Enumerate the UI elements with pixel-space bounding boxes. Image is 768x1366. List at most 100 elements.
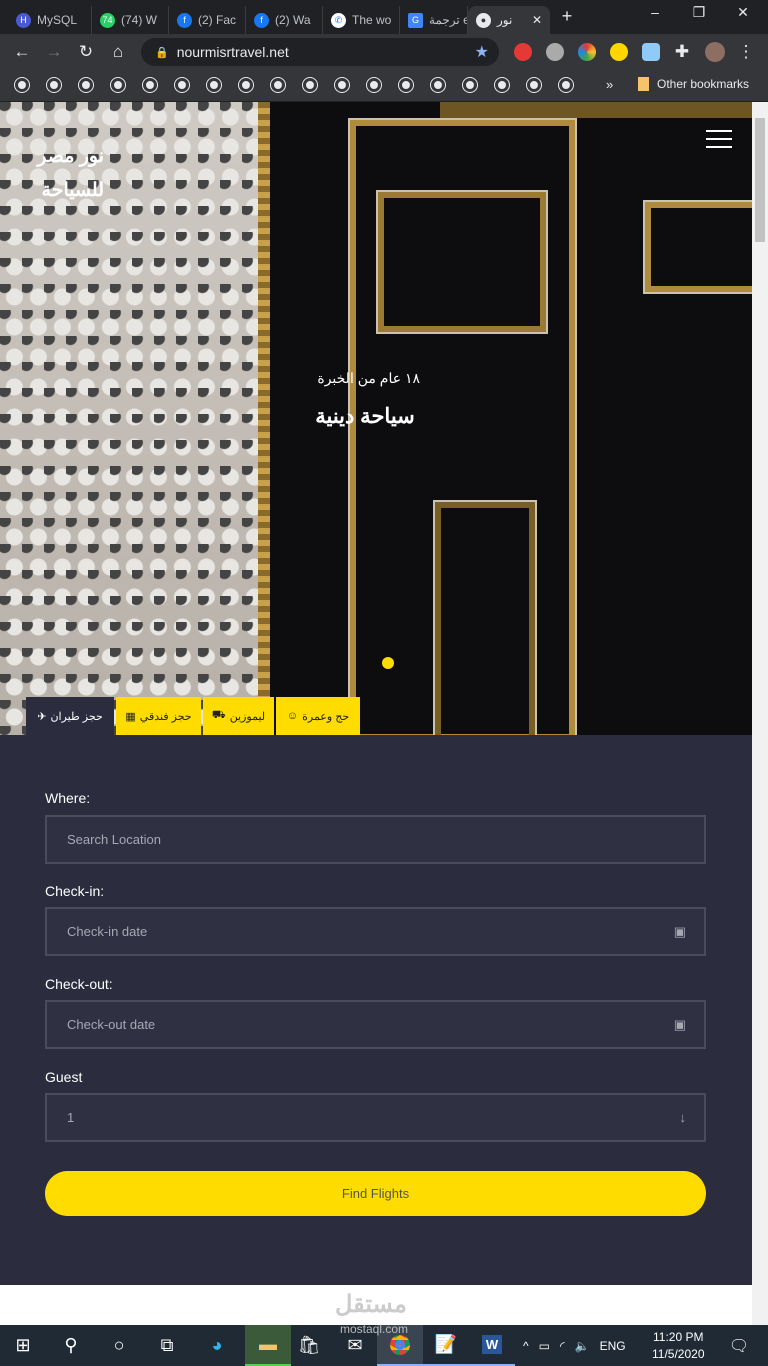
bookmark-globe-icon[interactable] <box>15 78 29 92</box>
translate-icon: G <box>408 12 423 28</box>
tab-translate[interactable]: Gترجمة e <box>400 6 468 34</box>
where-label: Where: <box>45 790 91 806</box>
bookmark-globe-icon[interactable] <box>111 78 125 92</box>
checkin-input[interactable]: Check-in date ▣ <box>45 907 706 956</box>
browser-toolbar: ← → ↻ ⌂ 🔒 nourmisrtravel.net ★ ✚ ⋮ <box>0 34 768 70</box>
clock[interactable]: 11:20 PM 11/5/2020 <box>652 1325 705 1366</box>
close-tab-icon[interactable]: ✕ <box>532 13 542 27</box>
tab-active-nour[interactable]: ● نور ✕ <box>468 6 550 34</box>
action-center-icon[interactable]: 🗨 <box>716 1325 762 1366</box>
bookmark-globe-icon[interactable] <box>559 78 573 92</box>
bookmark-globe-icon[interactable] <box>207 78 221 92</box>
guest-label: Guest <box>45 1069 83 1085</box>
cortana-icon[interactable]: ○ <box>96 1325 142 1366</box>
arrow-down-icon: ↓ <box>679 1110 687 1125</box>
pilgrim-icon: ☺ <box>286 710 299 722</box>
bookmark-globe-icon[interactable] <box>175 78 189 92</box>
bookmarks-bar: » Other bookmarks <box>0 70 768 102</box>
bookmark-globe-icon[interactable] <box>367 78 381 92</box>
checkout-input[interactable]: Check-out date ▣ <box>45 1000 706 1049</box>
address-bar[interactable]: 🔒 nourmisrtravel.net ★ <box>141 38 499 66</box>
service-tab-limousine[interactable]: ليموزين ⛟ <box>203 697 274 735</box>
battery-icon[interactable]: ▭ <box>539 1339 550 1353</box>
bookmark-globe-icon[interactable] <box>463 78 477 92</box>
volume-icon[interactable]: 🔈 <box>575 1339 590 1353</box>
home-icon[interactable]: ⌂ <box>102 42 134 62</box>
language-indicator[interactable]: ENG <box>600 1339 626 1353</box>
kaaba-door <box>433 500 537 735</box>
restore-button[interactable]: ❐ <box>684 4 714 21</box>
bookmark-globe-icon[interactable] <box>47 78 61 92</box>
browser-tab-strip: H MySQL 74 (74) W f (2) Fac f (2) Wa ✆ The wo… <box>0 0 768 34</box>
new-tab-button[interactable]: + <box>552 6 582 27</box>
extension-cyberghost-icon[interactable] <box>610 43 628 61</box>
tab-mysql[interactable]: H MySQL <box>8 6 92 34</box>
bookmark-star-icon[interactable]: ★ <box>475 42 489 62</box>
calendar-icon[interactable]: ▣ <box>674 924 686 940</box>
watermark-latin: mostaql.com <box>340 1322 409 1336</box>
site-logo[interactable]: نور مصر للسياحة <box>28 140 104 208</box>
menu-kebab-icon[interactable]: ⋮ <box>730 42 762 62</box>
facebook-icon: f <box>254 12 269 28</box>
mysql-icon: H <box>16 12 31 28</box>
store-icon[interactable]: 🛍 <box>286 1325 332 1366</box>
extensions-puzzle-icon[interactable]: ✚ <box>666 42 698 62</box>
service-tab-flights[interactable]: حجز طيران ✈ <box>26 697 114 735</box>
other-bookmarks[interactable]: Other bookmarks <box>638 77 749 91</box>
bookmark-globe-icon[interactable] <box>303 78 317 92</box>
page-scrollbar[interactable] <box>752 102 768 1325</box>
search-icon[interactable]: ⚲ <box>48 1325 94 1366</box>
checkin-label: Check-in: <box>45 883 105 899</box>
bookmark-globe-icon[interactable] <box>143 78 157 92</box>
bookmark-globe-icon[interactable] <box>79 78 93 92</box>
hero-slider: نور مصر للسياحة ١٨ عام من الخبرة سياحة دي… <box>0 102 752 735</box>
checkout-label: Check-out: <box>45 976 113 992</box>
extension-m-icon[interactable] <box>514 43 532 61</box>
hero-subtitle: ١٨ عام من الخبرة <box>317 370 420 386</box>
bookmark-globe-icon[interactable] <box>271 78 285 92</box>
tab-facebook-1[interactable]: f (2) Fac <box>169 6 246 34</box>
reload-icon[interactable]: ↻ <box>70 42 102 62</box>
guest-select[interactable]: 1 ↓ <box>45 1093 706 1142</box>
kaaba-top-band <box>440 102 752 118</box>
start-windows-icon[interactable]: ⊞ <box>0 1325 46 1366</box>
extension-color-icon[interactable] <box>578 43 596 61</box>
forward-icon[interactable]: → <box>38 42 70 62</box>
notepad-icon[interactable]: 📝 <box>423 1325 469 1366</box>
tab-whatsapp[interactable]: 74 (74) W <box>92 6 169 34</box>
word-icon[interactable]: W <box>469 1325 515 1366</box>
hero-title: سياحة دينية <box>315 405 415 428</box>
where-input[interactable]: Search Location <box>45 815 706 864</box>
file-explorer-icon[interactable]: ▬ <box>245 1325 291 1366</box>
bookmark-globe-icon[interactable] <box>239 78 253 92</box>
service-tab-hotel[interactable]: حجز فندقي ▦ <box>116 697 201 735</box>
show-hidden-icons-chevron[interactable]: ^ <box>523 1339 529 1353</box>
calendar-icon[interactable]: ▣ <box>674 1017 686 1033</box>
back-icon[interactable]: ← <box>6 42 38 62</box>
scrollbar-thumb[interactable] <box>755 118 765 242</box>
slider-dot-active[interactable] <box>382 657 394 669</box>
extension-shield-icon[interactable] <box>642 43 660 61</box>
bookmarks-overflow-button[interactable]: » <box>606 77 613 92</box>
minimize-button[interactable]: – <box>640 4 670 20</box>
hamburger-menu-icon[interactable] <box>706 130 732 148</box>
booking-form: Where: Search Location Check-in: Check-i… <box>0 735 752 1285</box>
close-window-button[interactable]: ✕ <box>728 4 758 21</box>
extension-block-icon[interactable] <box>546 43 564 61</box>
task-view-icon[interactable]: ⧉ <box>144 1325 190 1366</box>
find-flights-button[interactable]: Find Flights <box>45 1171 706 1216</box>
bookmark-globe-icon[interactable] <box>495 78 509 92</box>
bookmark-globe-icon[interactable] <box>335 78 349 92</box>
wifi-icon[interactable]: ◜ <box>560 1339 565 1353</box>
bookmark-globe-icon[interactable] <box>399 78 413 92</box>
tab-the-world[interactable]: ✆ The wo <box>323 6 400 34</box>
profile-avatar[interactable] <box>705 42 725 62</box>
service-tab-hajj-umrah[interactable]: حج وعمرة ☺ <box>276 697 360 735</box>
bookmark-globe-icon[interactable] <box>431 78 445 92</box>
watermark-arabic: مستقل <box>335 1291 407 1318</box>
bookmark-globe-icon[interactable] <box>527 78 541 92</box>
kaaba-side-panel <box>643 200 752 294</box>
edge-icon[interactable]: ◕ <box>194 1325 240 1366</box>
tab-facebook-2[interactable]: f (2) Wa <box>246 6 323 34</box>
hotel-icon: ▦ <box>125 710 136 723</box>
